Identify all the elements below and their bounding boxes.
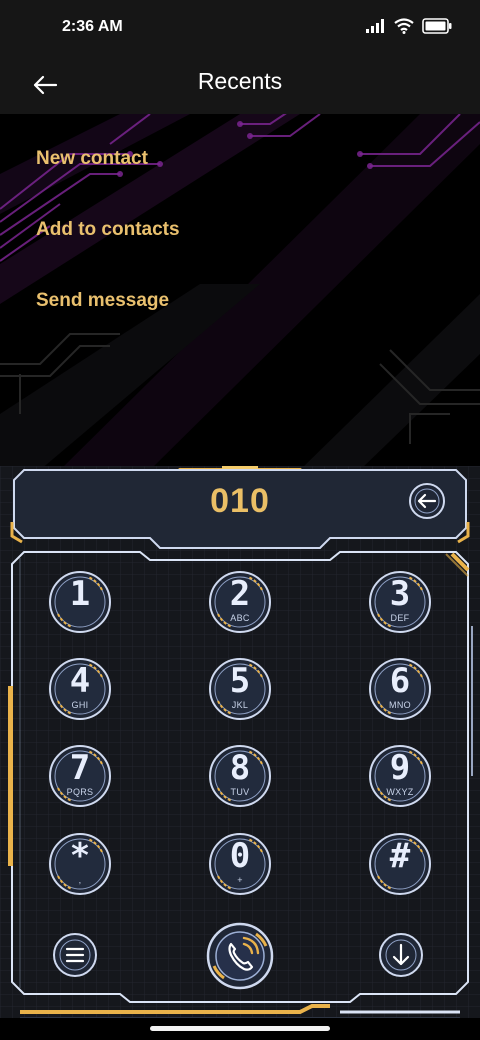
key-digit: 9	[389, 748, 411, 788]
key-digit: 3	[389, 574, 411, 614]
dialed-number: 010	[210, 482, 270, 520]
menu-icon	[53, 933, 97, 977]
menu-item-send-message[interactable]: Send message	[36, 290, 169, 312]
wifi-icon	[394, 18, 414, 34]
key-letters: WXYZ	[386, 787, 414, 797]
key-7[interactable]: 7 PQRS	[48, 744, 112, 808]
key-letters: DEF	[390, 613, 410, 623]
call-button[interactable]	[206, 922, 274, 990]
key-digit: 4	[69, 661, 91, 701]
menu-item-new-contact[interactable]: New contact	[36, 148, 148, 170]
key-1[interactable]: 1	[48, 570, 112, 634]
home-indicator[interactable]	[150, 1026, 330, 1031]
menu-area: New contact Add to contacts Send message	[0, 114, 480, 470]
signal-icon	[366, 19, 384, 33]
key-letters: PQRS	[66, 787, 94, 797]
key-6[interactable]: 6 MNO	[368, 657, 432, 721]
key-digit: #	[389, 836, 411, 876]
key-3[interactable]: 3 DEF	[368, 570, 432, 634]
dialer-panel: 010 1 2 ABC 3 DEF 4 GHI 5 JKL 6 MNO 7 PQRS 8 TUV 9 WXYZ *…	[0, 466, 480, 1022]
key-digit: 2	[229, 574, 251, 614]
menu-button[interactable]	[52, 932, 98, 978]
key-digit: 7	[69, 748, 91, 788]
collapse-keypad-button[interactable]	[378, 932, 424, 978]
page-title: Recents	[197, 68, 283, 94]
status-icons	[366, 18, 452, 34]
battery-icon	[422, 18, 452, 34]
status-time: 2:36 AM	[62, 18, 123, 35]
key-letters: TUV	[230, 787, 250, 797]
key-digit: 5	[229, 661, 251, 701]
collapse-icon	[379, 933, 423, 977]
key-8[interactable]: 8 TUV	[208, 744, 272, 808]
header: Recents	[0, 56, 480, 114]
status-bar: 2:36 AM	[0, 0, 480, 56]
navigation-bar	[0, 1018, 480, 1040]
key-letters: GHI	[71, 700, 89, 710]
key-digit: 8	[229, 748, 251, 788]
key-hash[interactable]: #	[368, 832, 432, 896]
key-2[interactable]: 2 ABC	[208, 570, 272, 634]
key-digit: 6	[389, 661, 411, 701]
backspace-arrow-icon	[409, 483, 445, 519]
key-letters: +	[237, 875, 243, 885]
delete-button[interactable]	[408, 482, 446, 520]
menu-item-add-to-contacts[interactable]: Add to contacts	[36, 219, 180, 241]
key-letters: JKL	[231, 700, 249, 710]
key-star[interactable]: *,	[48, 832, 112, 896]
key-digit: *	[69, 836, 91, 876]
key-0[interactable]: 0 +	[208, 832, 272, 896]
key-9[interactable]: 9 WXYZ	[368, 744, 432, 808]
key-letters: MNO	[389, 700, 411, 710]
call-icon	[206, 922, 274, 990]
key-5[interactable]: 5 JKL	[208, 657, 272, 721]
key-4[interactable]: 4 GHI	[48, 657, 112, 721]
key-digit: 1	[69, 574, 91, 614]
key-letters: ABC	[230, 613, 250, 623]
key-letters: ,	[78, 875, 82, 885]
key-digit: 0	[229, 836, 251, 876]
